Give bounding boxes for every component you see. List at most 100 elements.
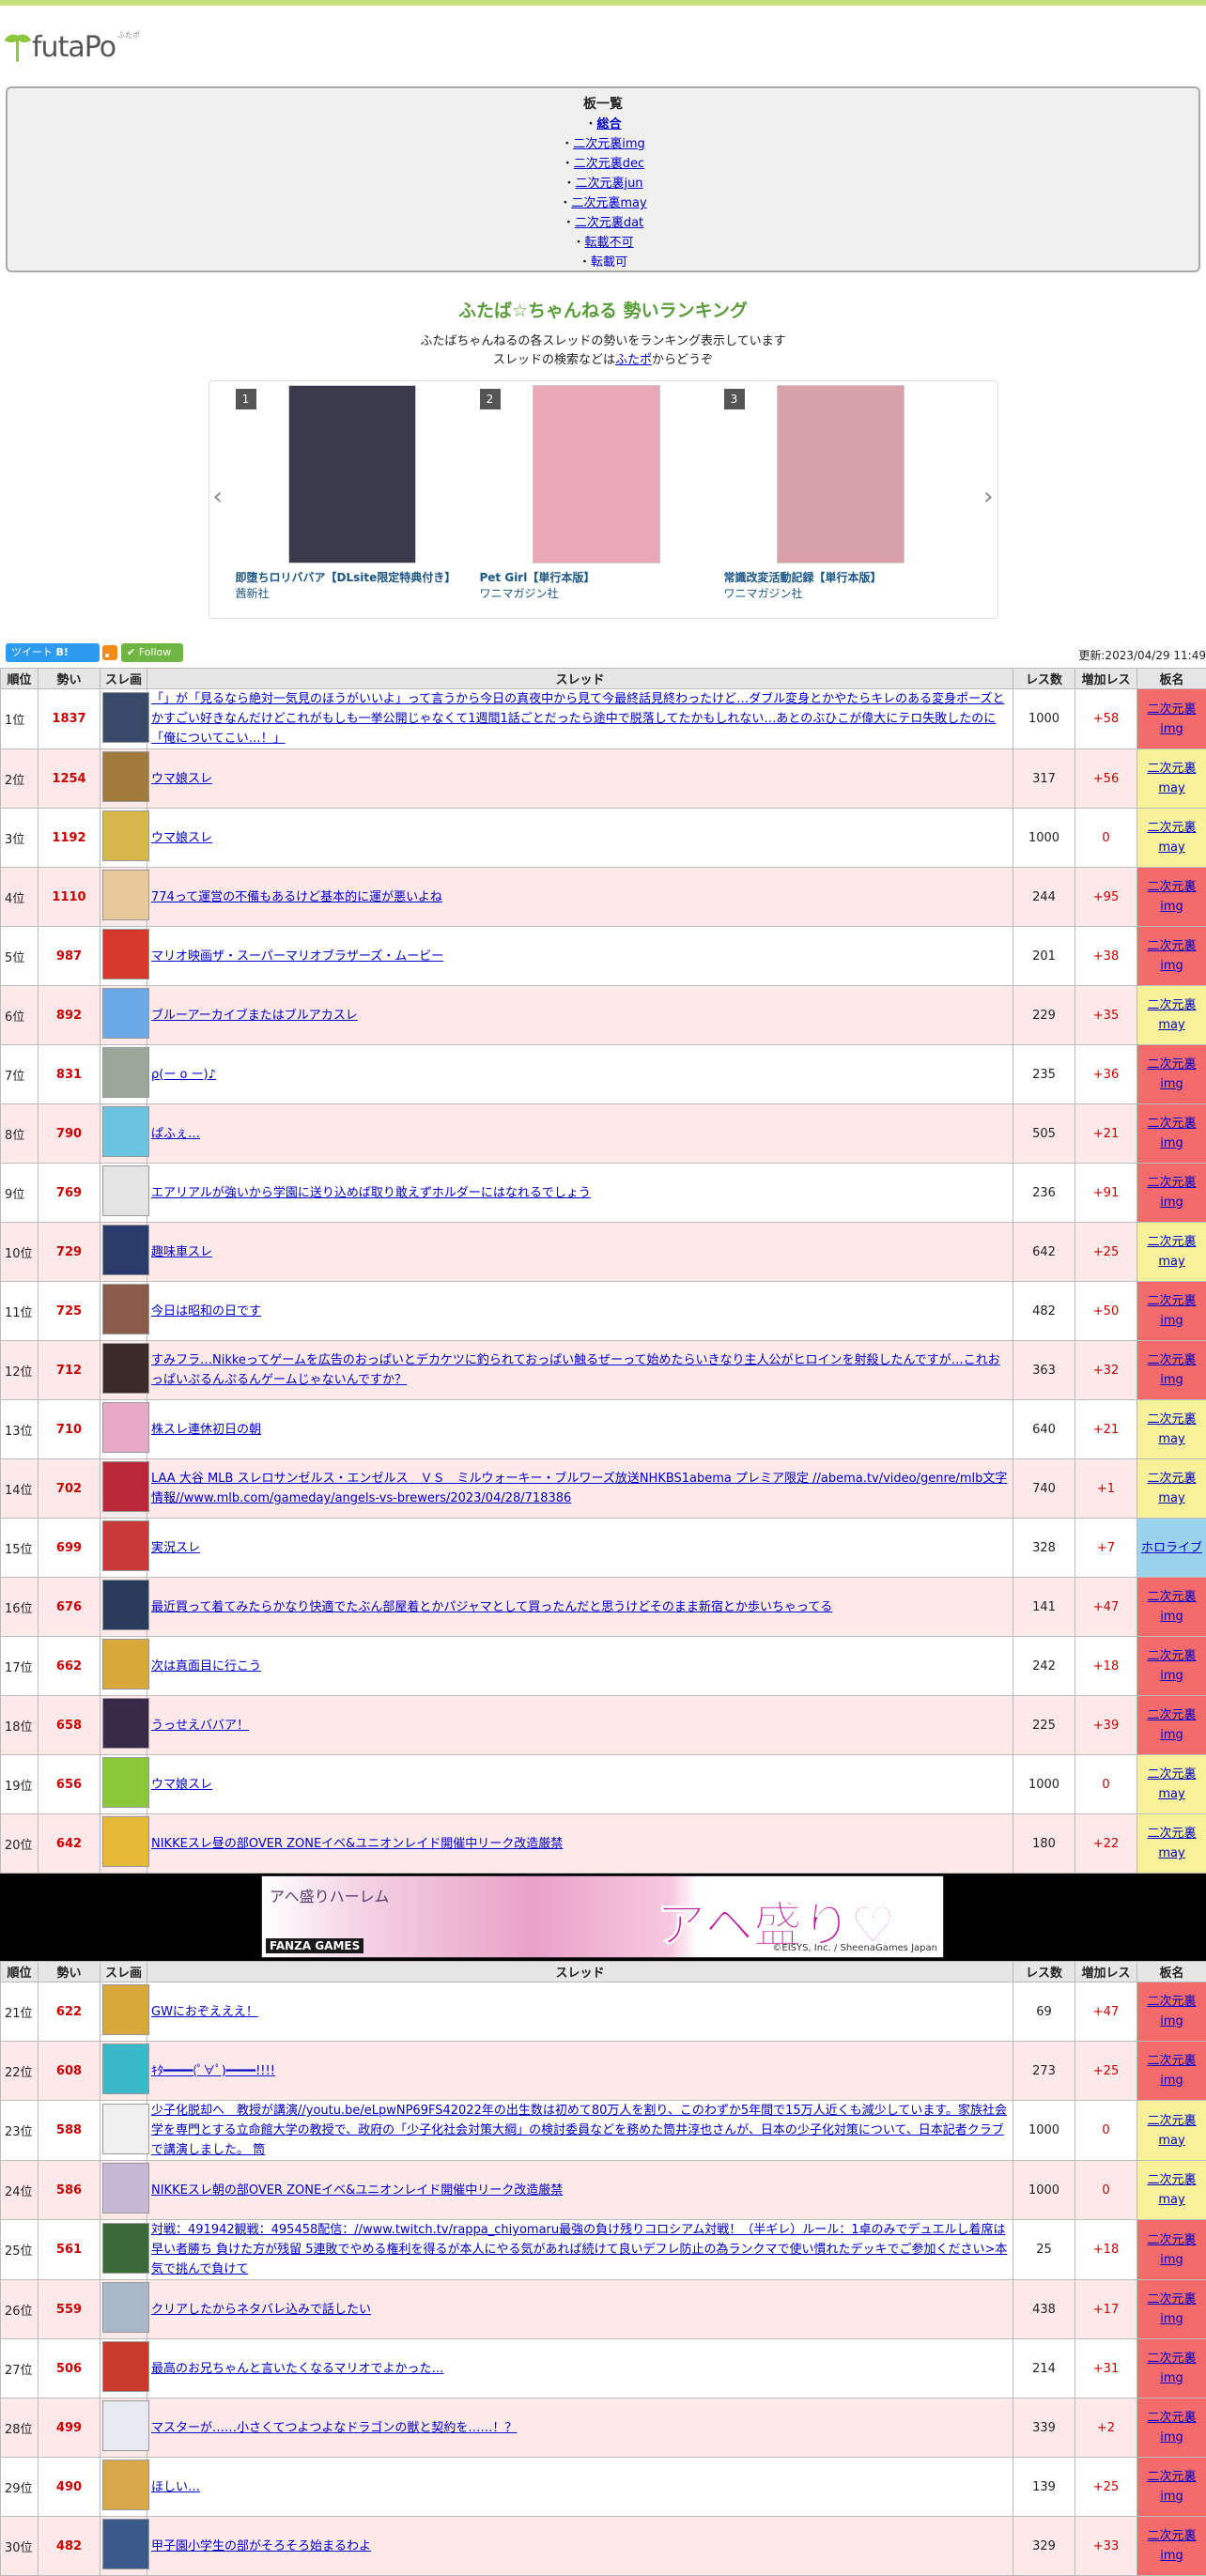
thread-title-link[interactable]: NIKKEスレ昼の部OVER ZONEイベ&ユニオンレイド開催中リーク改造厳禁	[151, 1837, 563, 1851]
board-name-link[interactable]: 二次元裏img	[1147, 702, 1196, 736]
thread-title-link[interactable]: GWにおぞえええ！	[151, 2005, 258, 2019]
thread-thumbnail[interactable]	[102, 2460, 149, 2510]
carousel-item[interactable]: 3常識改変活動記録【単行本版】ワニマガジン社	[724, 385, 950, 601]
carousel-prev-icon[interactable]: ‹	[213, 483, 223, 511]
thread-title-link[interactable]: ブルーアーカイブまたはブルアカスレ	[151, 1009, 358, 1023]
ad-banner[interactable]: アヘ盛りハーレム アヘ盛り♡ FANZA GAMES ©EISYS, Inc. …	[261, 1875, 944, 1958]
thread-thumbnail[interactable]	[102, 1580, 149, 1630]
thread-thumbnail[interactable]	[102, 1639, 149, 1689]
board-link[interactable]: 転載不可	[585, 236, 634, 250]
thread-title-link[interactable]: エアリアルが強いから学園に送り込めば取り敢えずホルダーにはなれるでしょう	[151, 1186, 591, 1200]
thread-title-link[interactable]: 株スレ連休初日の朝	[151, 1423, 261, 1437]
board-name-link[interactable]: 二次元裏may	[1147, 762, 1196, 795]
board-name-link[interactable]: 二次元裏img	[1147, 1176, 1196, 1210]
board-name-link[interactable]: 二次元裏may	[1147, 2114, 1196, 2148]
thread-thumbnail[interactable]	[102, 1698, 149, 1749]
board-name-link[interactable]: 二次元裏may	[1147, 1472, 1196, 1505]
thread-title-link[interactable]: クリアしたからネタバレ込みで話したい	[151, 2303, 371, 2317]
thread-thumbnail[interactable]	[102, 988, 149, 1039]
thread-title-link[interactable]: ρ(ー o ー)♪	[151, 1068, 216, 1082]
board-link[interactable]: 転載可	[591, 255, 627, 267]
thread-title-link[interactable]: マスターが……小さくてつよつよなドラゴンの獣と契約を……！？	[151, 2421, 517, 2435]
board-name-link[interactable]: 二次元裏img	[1147, 1057, 1196, 1091]
thread-title-link[interactable]: ぱふぇ…	[151, 1127, 200, 1141]
book-publisher[interactable]: ワニマガジン社	[480, 585, 705, 601]
thread-title-link[interactable]: NIKKEスレ朝の部OVER ZONEイベ&ユニオンレイド開催中リーク改造厳禁	[151, 2183, 563, 2198]
thread-thumbnail[interactable]	[102, 2223, 149, 2274]
thread-thumbnail[interactable]	[102, 1461, 149, 1512]
board-link[interactable]: 二次元裏jun	[575, 177, 642, 191]
carousel-item[interactable]: 2Pet Girl【単行本版】ワニマガジン社	[480, 385, 705, 601]
tweet-button[interactable]: ツイート B!	[6, 643, 100, 662]
board-name-link[interactable]: 二次元裏img	[1147, 1117, 1196, 1150]
board-name-link[interactable]: 二次元裏img	[1147, 1649, 1196, 1683]
board-name-link[interactable]: 二次元裏img	[1147, 2411, 1196, 2445]
board-link[interactable]: 二次元裏dec	[574, 157, 644, 171]
thread-title-link[interactable]: 「」が「見るなら絶対一気見のほうがいいよ」って言うから今日の真夜中から見て今最終…	[151, 692, 1004, 746]
board-name-link[interactable]: 二次元裏img	[1147, 1590, 1196, 1624]
thread-title-link[interactable]: マリオ映画ザ・スーパーマリオブラザーズ・ムービー	[151, 949, 443, 964]
thread-thumbnail[interactable]	[102, 2163, 149, 2214]
thread-title-link[interactable]: ウマ娘スレ	[151, 1778, 212, 1792]
board-name-link[interactable]: 二次元裏img	[1147, 2233, 1196, 2267]
book-cover-image[interactable]	[533, 385, 660, 563]
site-logo[interactable]: futaPo ふたポ	[0, 6, 1206, 62]
thread-thumbnail[interactable]	[102, 870, 149, 920]
board-link[interactable]: 二次元裏may	[571, 196, 646, 210]
thread-title-link[interactable]: ウマ娘スレ	[151, 772, 212, 786]
thread-thumbnail[interactable]	[102, 1343, 149, 1394]
book-cover-image[interactable]	[288, 385, 416, 563]
board-list-scroll[interactable]: 板一覧 ・総合・二次元裏img・二次元裏dec・二次元裏jun・二次元裏may・…	[11, 92, 1195, 267]
thread-thumbnail[interactable]	[102, 929, 149, 979]
board-name-link[interactable]: 二次元裏img	[1147, 2054, 1196, 2088]
thread-thumbnail[interactable]	[102, 1757, 149, 1808]
board-name-link[interactable]: 二次元裏img	[1147, 1708, 1196, 1742]
board-link[interactable]: 二次元裏dat	[575, 216, 643, 230]
book-title[interactable]: 常識改変活動記録【単行本版】	[724, 569, 950, 585]
thread-title-link[interactable]: すみフラ…Nikkeってゲームを広告のおっぱいとデカケツに釣られておっぱい触るぜ…	[151, 1353, 1000, 1387]
thread-title-link[interactable]: ほしい…	[151, 2480, 200, 2494]
board-name-link[interactable]: 二次元裏img	[1147, 1353, 1196, 1387]
thread-thumbnail[interactable]	[102, 1047, 149, 1098]
thread-title-link[interactable]: 甲子園小学生の部がそろそろ始まるわよ	[151, 2539, 371, 2553]
futapo-link[interactable]: ふたポ	[615, 353, 652, 367]
thread-title-link[interactable]: 今日は昭和の日です	[151, 1304, 261, 1319]
book-title[interactable]: 即堕ちロリババア【DLsite限定特典付き】	[236, 569, 461, 585]
thread-title-link[interactable]: LAA 大谷 MLB スレロサンゼルス・エンゼルス ＶＳ ミルウォーキー・ブルワ…	[151, 1472, 1007, 1505]
board-name-link[interactable]: 二次元裏img	[1147, 2470, 1196, 2504]
thread-thumbnail[interactable]	[102, 2341, 149, 2392]
board-link[interactable]: 総合	[597, 117, 622, 131]
carousel-next-icon[interactable]: ›	[983, 483, 993, 511]
board-name-link[interactable]: 二次元裏may	[1147, 1767, 1196, 1801]
thread-thumbnail[interactable]	[102, 1106, 149, 1157]
board-name-link[interactable]: 二次元裏img	[1147, 1995, 1196, 2028]
thread-title-link[interactable]: ｷﾀ━━━━(ﾟ∀ﾟ)━━━━!!!!	[151, 2064, 275, 2078]
board-name-link[interactable]: 二次元裏img	[1147, 2352, 1196, 2385]
book-cover-image[interactable]	[777, 385, 904, 563]
thread-thumbnail[interactable]	[102, 692, 149, 743]
thread-thumbnail[interactable]	[102, 1520, 149, 1571]
thread-title-link[interactable]: 実況スレ	[151, 1541, 200, 1555]
board-name-link[interactable]: 二次元裏may	[1147, 998, 1196, 1032]
board-name-link[interactable]: ホロライブ	[1141, 1541, 1202, 1555]
thread-thumbnail[interactable]	[102, 751, 149, 802]
thread-title-link[interactable]: 対戦：491942観戦：495458配信：//www.twitch.tv/rap…	[151, 2223, 1007, 2276]
board-name-link[interactable]: 二次元裏may	[1147, 1235, 1196, 1269]
board-name-link[interactable]: 二次元裏img	[1147, 2529, 1196, 2563]
carousel-item[interactable]: 1即堕ちロリババア【DLsite限定特典付き】茜新社	[236, 385, 461, 601]
follow-button[interactable]: ✔ Follow	[121, 643, 183, 662]
thread-thumbnail[interactable]	[102, 1284, 149, 1334]
thread-title-link[interactable]: ウマ娘スレ	[151, 831, 212, 845]
board-name-link[interactable]: 二次元裏may	[1147, 821, 1196, 855]
thread-title-link[interactable]: 少子化脱却へ 教授が講演//youtu.be/eLpwNP69FS42022年の…	[151, 2104, 1007, 2157]
thread-thumbnail[interactable]	[102, 2044, 149, 2094]
thread-title-link[interactable]: 趣味車スレ	[151, 1245, 212, 1259]
board-name-link[interactable]: 二次元裏img	[1147, 939, 1196, 973]
thread-thumbnail[interactable]	[102, 1402, 149, 1453]
thread-title-link[interactable]: 最近買って着てみたらかなり快適でたぶん部屋着とかパジャマとして買ったんだと思うけ…	[151, 1600, 832, 1614]
board-name-link[interactable]: 二次元裏img	[1147, 1294, 1196, 1328]
thread-thumbnail[interactable]	[102, 2519, 149, 2569]
thread-thumbnail[interactable]	[102, 810, 149, 861]
rss-icon[interactable]	[102, 645, 117, 660]
board-name-link[interactable]: 二次元裏may	[1147, 2173, 1196, 2207]
